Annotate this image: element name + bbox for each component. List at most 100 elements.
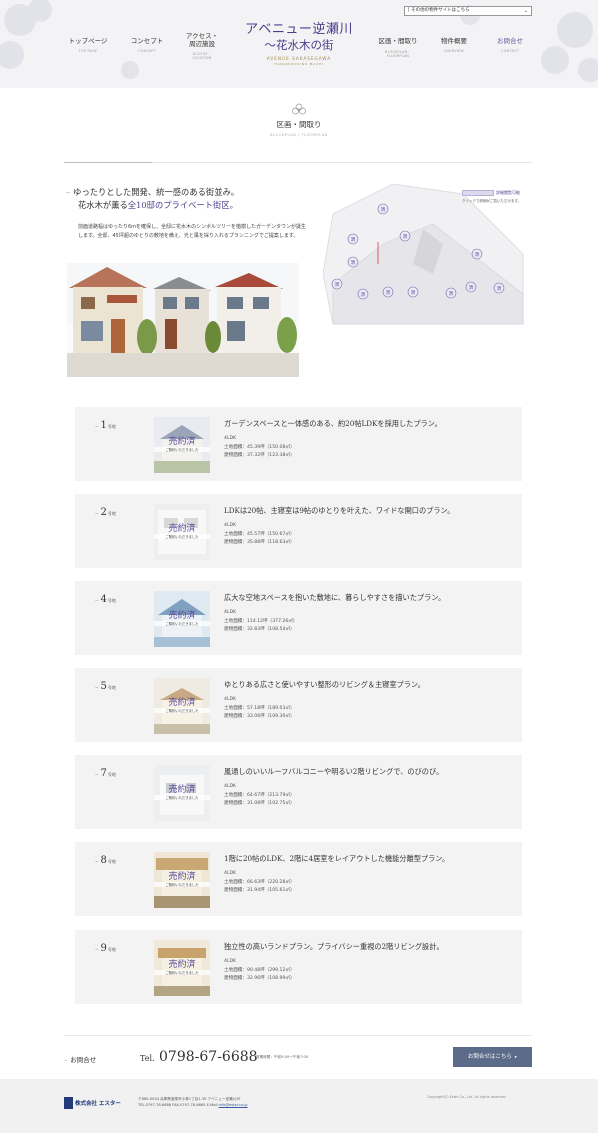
map-sold-mark: 済 <box>361 291 366 298</box>
nav-contact[interactable]: お問合せ CONTACT <box>494 37 526 53</box>
nav-blockplan[interactable]: 区画・間取り BLOCKPLAN・ FLOORPLAN <box>376 37 420 58</box>
plan-layout: 4LDK <box>224 523 237 528</box>
copyright: Copyright(C) Ester Co., Ltd. All rights … <box>427 1095 507 1099</box>
plan-number: –8号地 <box>95 855 116 866</box>
nav-blockplan-label: 区画・間取り <box>378 37 418 45</box>
company-mark-icon <box>64 1097 73 1109</box>
plan-layout: 4LDK <box>224 959 237 964</box>
plan-building-area: 建物面積：35.88坪（118.63㎡） <box>224 540 295 545</box>
plan-no: 7 <box>100 768 107 779</box>
map-sold-mark: 済 <box>469 284 474 291</box>
sold-sublabel: ご購約いただきました <box>154 708 210 713</box>
plan-no: 4 <box>100 594 107 605</box>
sold-label: 売約済 <box>168 698 196 708</box>
plan-thumbnail: 売約済 ご購約いただきました <box>154 765 210 821</box>
intro-body: 前面道路幅はゆったり6mを確保し、全邸に花水木のシンボルツリーを植樹したガーデン… <box>78 224 307 240</box>
plan-layout: 4LDK <box>224 784 237 789</box>
plan-number: –2号地 <box>95 507 116 518</box>
plan-number: –9号地 <box>95 943 116 954</box>
sold-sublabel: ご購約いただきました <box>154 970 210 975</box>
plan-card[interactable]: –1号地 売約済 ご購約いただきました ガーデンスペースと一体感のある、約20帖… <box>75 407 522 481</box>
address-line-2: TEL.0797-78-6688 FAX.0797-78-6665 E-Mail… <box>138 1103 219 1107</box>
plan-no-suffix: 号地 <box>107 685 116 690</box>
sold-label: 売約済 <box>168 524 196 534</box>
legend-note: クリックで詳細がご覧いただけます。 <box>462 199 522 203</box>
block-map[interactable]: 済 済 済 済 済 済 済 済 済 済 済 済 <box>323 184 531 334</box>
plan-number: –7号地 <box>95 768 116 779</box>
email-link[interactable]: info@ester.co.jp <box>219 1103 248 1107</box>
plan-no: 2 <box>100 507 107 518</box>
map-sold-mark: 済 <box>497 285 502 292</box>
nav-top-label: トップページ <box>68 37 108 45</box>
plan-card[interactable]: –9号地 売約済 ご購約いただきました 独立性の高いランドプラン。プライバシー重… <box>75 930 522 1004</box>
plan-card[interactable]: –8号地 売約済 ご購約いただきました 1階に20帖のLDK、2階に4居室をレイ… <box>75 842 522 916</box>
nav-contact-label: お問合せ <box>497 37 523 45</box>
plan-land-area: 土地面積：114.12坪（377.26㎡） <box>224 619 298 624</box>
plan-number: –4号地 <box>95 594 116 605</box>
plan-card[interactable]: –5号地 売約済 ご購約いただきました ゆとりある広さと使いやすい整形のリビング… <box>75 668 522 742</box>
arrow-right-icon: ▸ <box>514 1055 518 1060</box>
other-sites-select[interactable]: [ その他の物件サイトはこちら ⌄ <box>404 6 532 16</box>
sold-sublabel: ご購約いただきました <box>154 882 210 887</box>
plan-land-area: 土地面積：45.39坪（150.08㎡） <box>224 445 295 450</box>
nav-overview-label: 物件概要 <box>441 37 467 45</box>
site-logo[interactable]: アベニュー逆瀬川 ～花水木の街 AVENUE SAKASEGAWA HANAMI… <box>232 22 366 66</box>
nav-blockplan-en-2: FLOORPLAN <box>386 54 410 58</box>
tel-number: 0798-67-6688 <box>159 1049 258 1065</box>
contact-button-label: お問合せはこちら <box>467 1054 512 1060</box>
site-footer: 株式会社 エスター 〒665-0034 兵庫県宝塚市小林1丁目1-39 アベニュ… <box>0 1079 598 1133</box>
plan-building-area: 建物面積：33.06坪（109.30㎡） <box>224 714 295 719</box>
plan-thumbnail: 売約済 ご購約いただきました <box>154 417 210 473</box>
map-sold-mark: 済 <box>386 289 391 296</box>
plan-title: ガーデンスペースと一体感のある、約20帖LDKを採用したプラン。 <box>224 419 442 428</box>
legend-swatch <box>462 189 494 196</box>
map-sold-mark: 済 <box>335 281 340 288</box>
contact-divider <box>64 1035 532 1036</box>
intro-lead-1: – ゆったりとした開発、統一感のある街並み。 <box>66 187 240 197</box>
sold-label: 売約済 <box>168 785 196 795</box>
logo-line-4: HANAMIZUKINO MACHI <box>274 62 324 66</box>
plan-title: 独立性の高いランドプラン。プライバシー重視の2階リビング設計。 <box>224 942 444 951</box>
plan-layout: 4LDK <box>224 436 237 441</box>
nav-concept[interactable]: コンセプト CONCEPT <box>130 37 164 53</box>
nav-contact-en: CONTACT <box>501 49 519 53</box>
plan-land-area: 土地面積：90.48坪（299.12㎡） <box>224 968 295 973</box>
plan-layout: 4LDK <box>224 697 237 702</box>
chevron-down-icon: ⌄ <box>523 8 528 14</box>
page-title: 区画・間取り <box>276 120 322 129</box>
plan-thumbnail: 売約済 ご購約いただきました <box>154 678 210 734</box>
plan-building-area: 建物面積：31.08坪（102.75㎡） <box>224 801 295 806</box>
plan-card[interactable]: –2号地 売約済 ご購約いただきました LDKは20帖、主寝室は9帖のゆとりを叶… <box>75 494 522 568</box>
site-header: [ その他の物件サイトはこちら ⌄ トップページ TOP PAGE コンセプト … <box>0 0 598 88</box>
plan-no-suffix: 号地 <box>107 598 116 603</box>
phone-number[interactable]: Tel. 0798-67-6688 <box>140 1049 258 1065</box>
plan-no-suffix: 号地 <box>107 772 116 777</box>
plan-card[interactable]: –7号地 売約済 ご購約いただきました 風通しのいいルーフバルコニーや明るい2階… <box>75 755 522 829</box>
company-logo[interactable]: 株式会社 エスター <box>64 1097 121 1109</box>
contact-label: – お問合せ <box>64 1056 97 1064</box>
plan-thumbnail: 売約済 ご購約いただきました <box>154 940 210 996</box>
plan-no: 1 <box>100 420 107 431</box>
plan-thumbnail: 売約済 ご購約いただきました <box>154 591 210 647</box>
nav-access-label-2: 周辺施設 <box>189 40 215 48</box>
nav-overview[interactable]: 物件概要 OVERVIEW <box>438 37 470 53</box>
contact-button[interactable]: お問合せはこちら ▸ <box>453 1047 532 1067</box>
plan-land-area: 土地面積：66.63坪（220.28㎡） <box>224 880 295 885</box>
flower-icon <box>292 103 306 115</box>
sold-label: 売約済 <box>168 960 196 970</box>
plan-no: 8 <box>100 855 107 866</box>
nav-access[interactable]: アクセス・ 周辺施設 ACCESS・ LOCATION <box>184 32 220 60</box>
nav-top-en: TOP PAGE <box>78 49 98 53</box>
plan-no: 5 <box>100 681 107 692</box>
plan-no-suffix: 号地 <box>107 424 116 429</box>
intro-lead-1-text: ゆったりとした開発、統一感のある街並み。 <box>73 187 240 197</box>
sold-sublabel: ご購約いただきました <box>154 621 210 626</box>
plan-number: –5号地 <box>95 681 116 692</box>
plan-card[interactable]: –4号地 売約済 ご購約いただきました 広大な空地スペースを抱いた敷地に、暮らし… <box>75 581 522 655</box>
company-address: 〒665-0034 兵庫県宝塚市小林1丁目1-39 アベニュー逆瀬川3F TEL… <box>138 1096 248 1108</box>
intro-lead-2: 花水木が薫る全10邸のプライベート街区。 <box>78 199 238 211</box>
contact-label-text: お問合せ <box>70 1056 97 1064</box>
intro-lead-2-pre: 花水木が薫る <box>78 200 128 210</box>
nav-top[interactable]: トップページ TOP PAGE <box>68 37 108 53</box>
sold-label: 売約済 <box>168 437 196 447</box>
